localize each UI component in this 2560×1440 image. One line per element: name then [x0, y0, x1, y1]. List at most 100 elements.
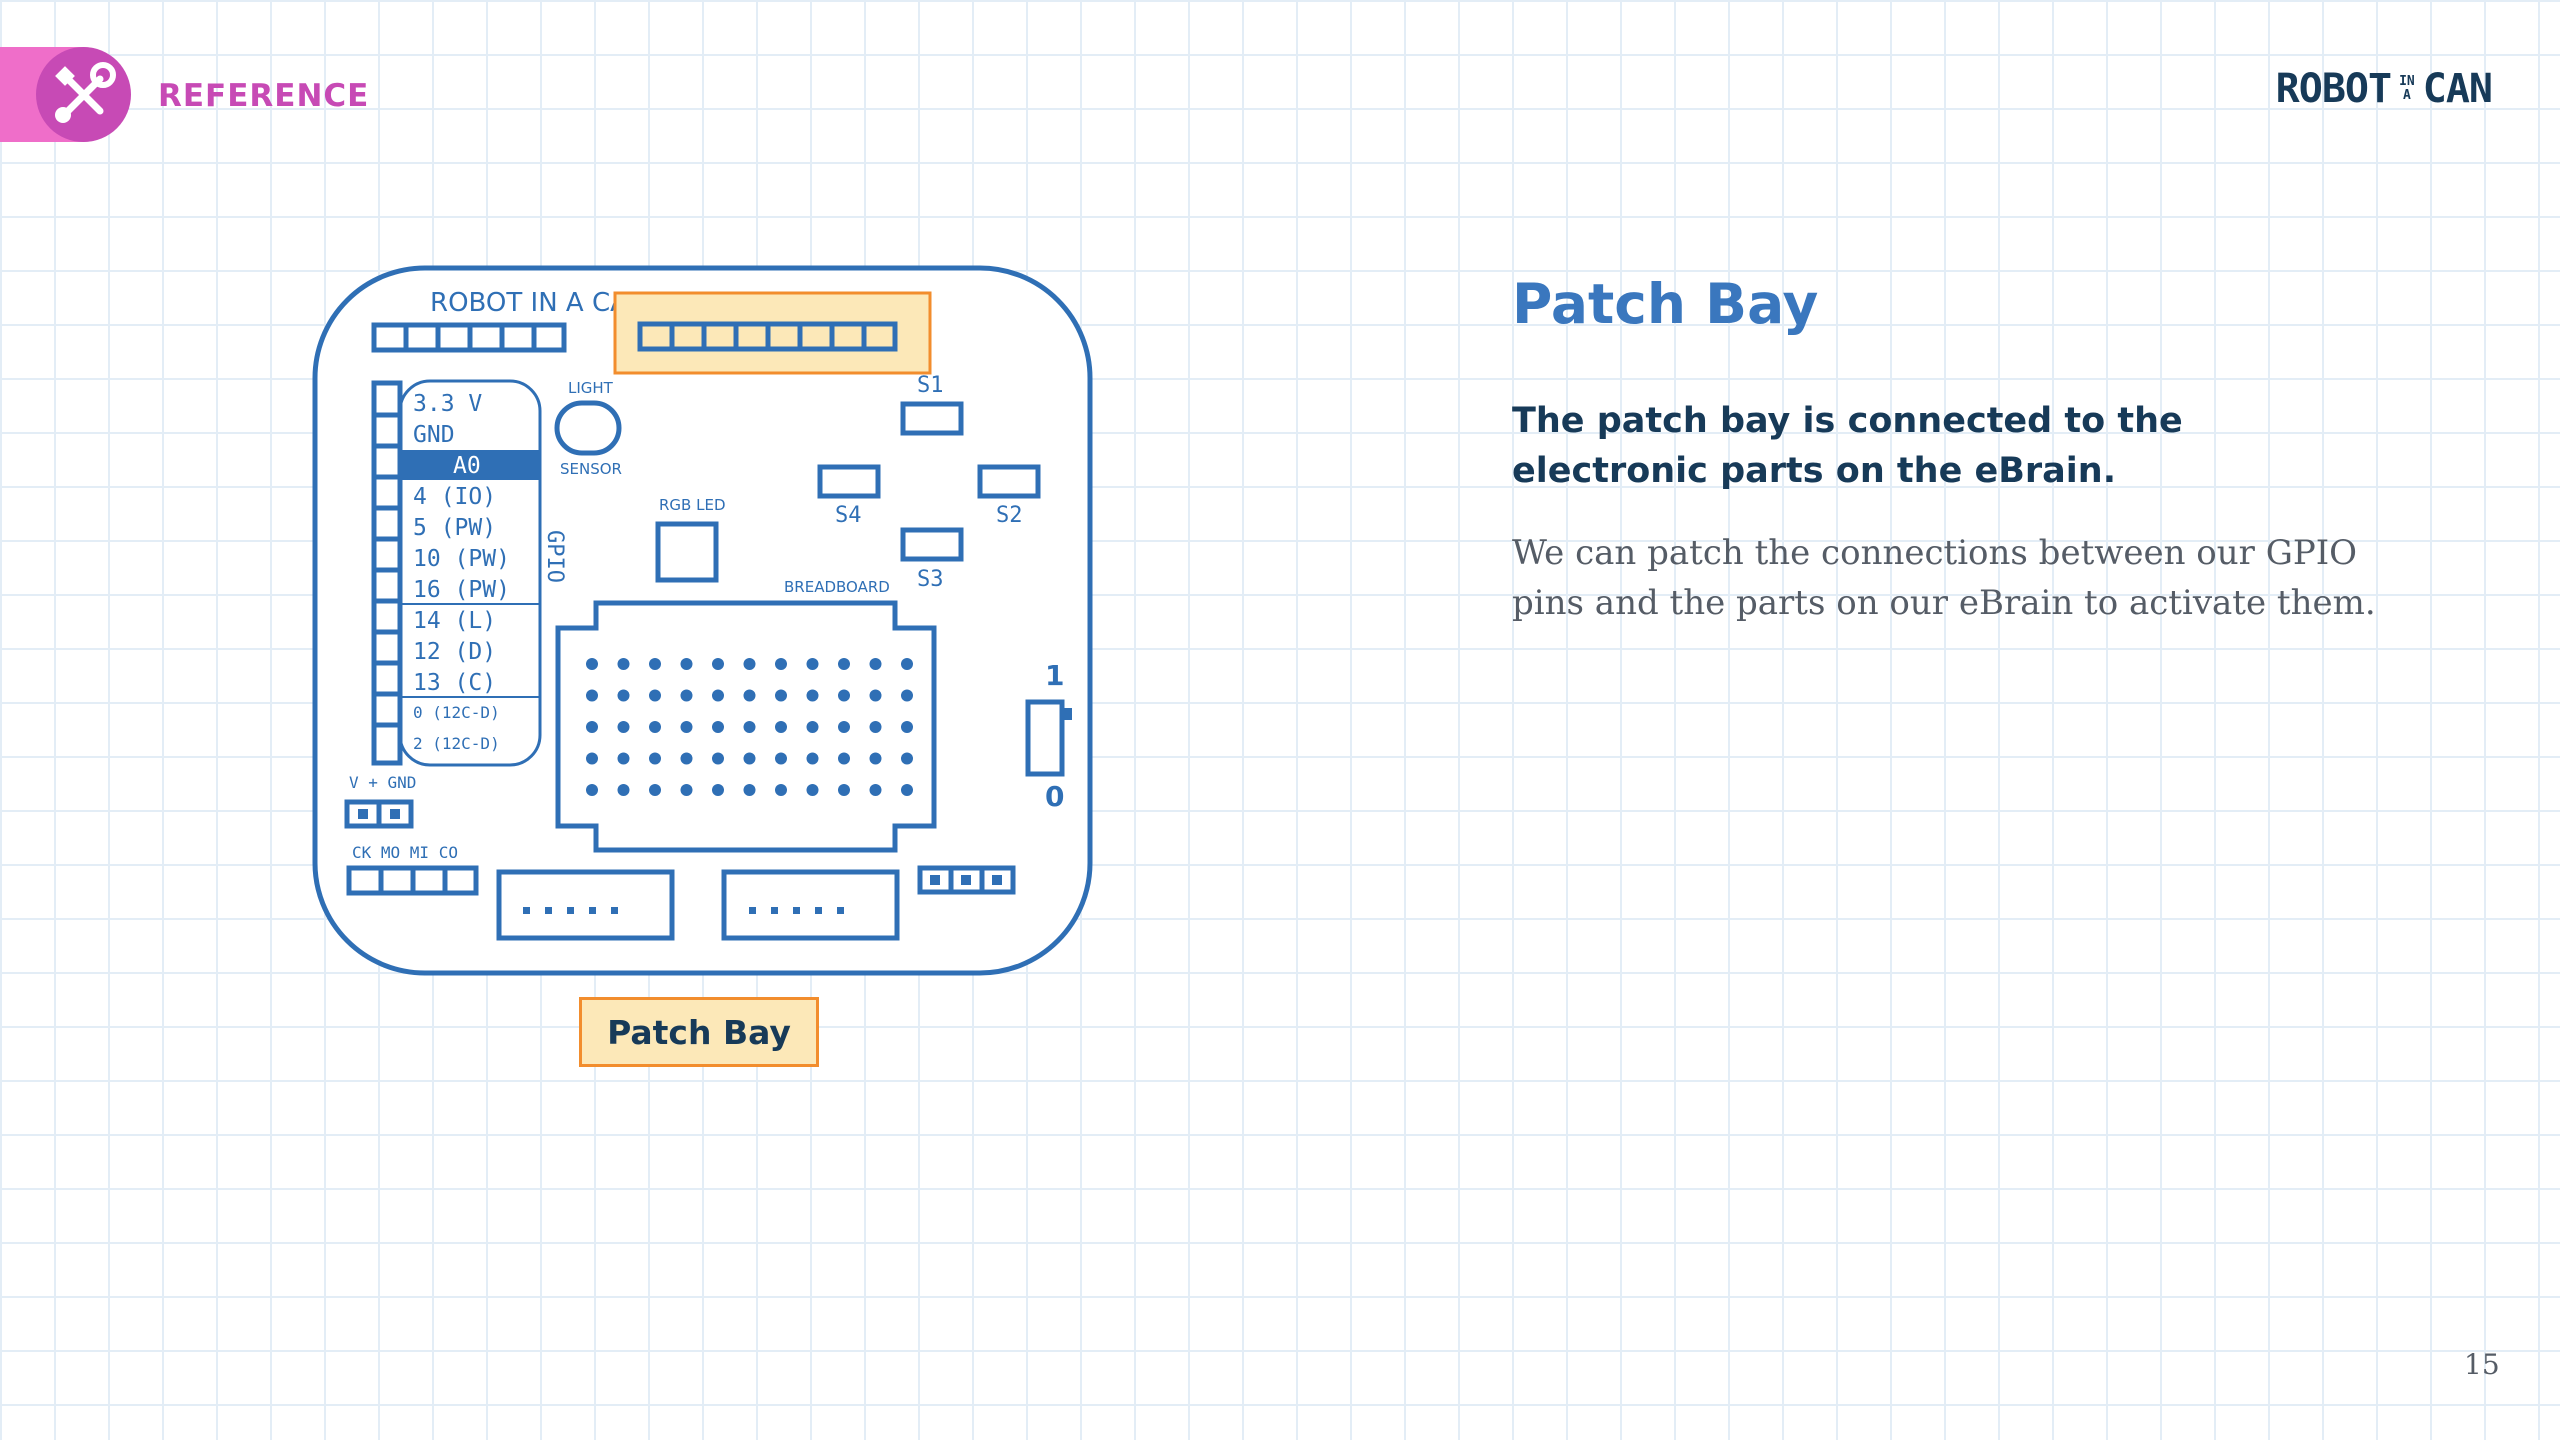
- spi-label: CK MO MI CO: [352, 843, 458, 862]
- board-svg: ROBOT IN A CAN 3.3 VGNDA04 (IO)5 (PW)10 …: [312, 265, 1093, 976]
- toggle-on-label: 1: [1045, 659, 1064, 692]
- breadboard-hole: [806, 784, 819, 796]
- svg-text:S4: S4: [835, 503, 862, 528]
- breadboard-hole: [743, 721, 756, 733]
- breadboard-hole: [680, 752, 693, 765]
- breadboard-hole: [775, 784, 787, 796]
- breadboard-hole: [743, 752, 756, 765]
- patch-bay-highlight: [613, 291, 932, 375]
- breadboard-hole: [775, 689, 787, 702]
- breadboard-hole: [869, 721, 882, 733]
- connector-pin: [749, 907, 756, 914]
- toggle-off-label: 0: [1045, 780, 1064, 813]
- page-title: Patch Bay: [1512, 272, 1819, 336]
- gpio-label: GPIO: [542, 530, 567, 583]
- breadboard-hole: [775, 721, 787, 733]
- breadboard-hole: [838, 658, 850, 670]
- gpio-pin-label: 14 (L): [413, 608, 496, 634]
- breadboard-hole: [775, 752, 787, 765]
- breadboard-hole: [617, 784, 630, 796]
- page-number: 15: [2464, 1348, 2500, 1381]
- patch-bay-callout: Patch Bay: [579, 997, 819, 1067]
- breadboard-hole: [869, 658, 882, 670]
- gpio-pin-label: 10 (PW): [413, 546, 510, 572]
- gpio-pin-label: A0: [453, 453, 481, 479]
- breadboard-hole: [901, 721, 913, 733]
- svg-text:S2: S2: [996, 503, 1023, 528]
- breadboard-hole: [806, 721, 819, 733]
- connector-pin: [589, 907, 596, 914]
- gpio-pin-label: 3.3 V: [413, 391, 482, 417]
- power-toggle-knob: [1062, 708, 1072, 720]
- breadboard-hole: [712, 752, 724, 765]
- breadboard-hole: [901, 689, 913, 702]
- breadboard-hole: [617, 689, 630, 702]
- breadboard-hole: [649, 784, 661, 796]
- power-header-pin: [358, 809, 368, 819]
- connector-pin: [567, 907, 574, 914]
- sensor-label: SENSOR: [560, 460, 622, 478]
- breadboard-hole: [838, 784, 850, 796]
- breadboard-hole: [586, 689, 598, 702]
- gpio-pin-label: 4 (IO): [413, 484, 496, 510]
- gpio-pin-label: 5 (PW): [413, 515, 496, 541]
- breadboard-label: BREADBOARD: [784, 578, 890, 596]
- header-3pin-pin: [992, 875, 1002, 885]
- ebrain-board-diagram: ROBOT IN A CAN 3.3 V GND A0 4 (IO) 5 (PW) 10 …: [310, 262, 1096, 982]
- breadboard-hole: [649, 658, 661, 670]
- breadboard-hole: [712, 721, 724, 733]
- breadboard-hole: [806, 658, 819, 670]
- gpio-pin-label: 16 (PW): [413, 577, 510, 603]
- breadboard-hole: [869, 784, 882, 796]
- breadboard-hole: [743, 658, 756, 670]
- breadboard-hole: [806, 752, 819, 765]
- light-label: LIGHT: [568, 379, 614, 397]
- breadboard-hole: [617, 752, 630, 765]
- breadboard-hole: [838, 721, 850, 733]
- lead-paragraph: The patch bay is connected to the electr…: [1512, 401, 2183, 491]
- tools-icon: [36, 47, 131, 142]
- breadboard-hole: [712, 658, 724, 670]
- breadboard-hole: [712, 689, 724, 702]
- rgb-led-label: RGB LED: [659, 496, 726, 514]
- breadboard-hole: [838, 689, 850, 702]
- breadboard-hole: [712, 784, 724, 796]
- breadboard-hole: [680, 658, 693, 670]
- brand-word-can: CAN: [2422, 66, 2493, 112]
- brand-logo: ROBOT IN A CAN: [2275, 66, 2493, 112]
- breadboard-hole: [901, 752, 913, 765]
- breadboard-hole: [806, 689, 819, 702]
- gpio-pin-label: 13 (C): [413, 670, 496, 696]
- connector-pin: [793, 907, 800, 914]
- gpio-pin-label: 2 (12C-D): [413, 734, 500, 753]
- breadboard-hole: [869, 752, 882, 765]
- breadboard-hole: [869, 689, 882, 702]
- gpio-pin-label: 0 (12C-D): [413, 703, 500, 722]
- breadboard-hole: [838, 752, 850, 765]
- power-header-pin: [390, 809, 400, 819]
- breadboard-hole: [617, 721, 630, 733]
- breadboard-hole: [775, 658, 787, 670]
- connector-pin: [771, 907, 778, 914]
- svg-text:S3: S3: [917, 567, 944, 592]
- connector-pin: [837, 907, 844, 914]
- svg-text:S1: S1: [917, 373, 944, 398]
- header-3pin-pin: [961, 875, 971, 885]
- breadboard-hole: [586, 658, 598, 670]
- breadboard-hole: [680, 721, 693, 733]
- header-3pin-pin: [930, 875, 940, 885]
- breadboard-hole: [743, 689, 756, 702]
- breadboard-hole: [743, 784, 756, 796]
- brand-word-robot: ROBOT: [2275, 66, 2392, 112]
- section-label: REFERENCE: [158, 78, 370, 114]
- breadboard-hole: [649, 721, 661, 733]
- breadboard-hole: [649, 689, 661, 702]
- breadboard-hole: [649, 752, 661, 765]
- breadboard-hole: [617, 658, 630, 670]
- power-label: V + GND: [349, 773, 416, 792]
- gpio-pin-label: GND: [413, 422, 455, 448]
- brand-connector: IN A: [2399, 74, 2415, 103]
- breadboard-hole: [901, 784, 913, 796]
- breadboard-hole: [680, 689, 693, 702]
- body-paragraph: We can patch the connections between our…: [1512, 533, 2376, 623]
